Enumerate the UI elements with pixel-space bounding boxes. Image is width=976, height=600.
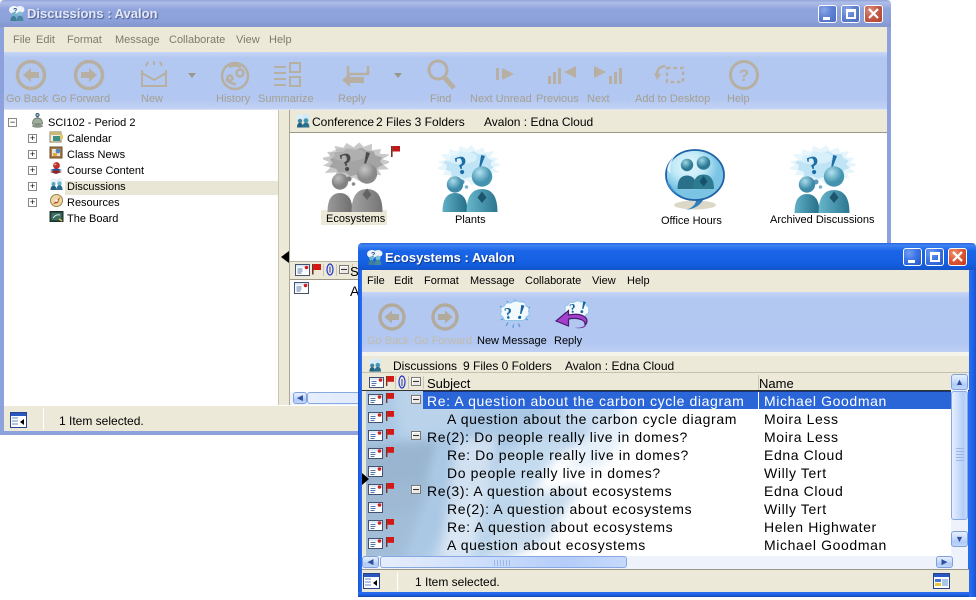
svg-text:?: ? bbox=[739, 66, 749, 85]
